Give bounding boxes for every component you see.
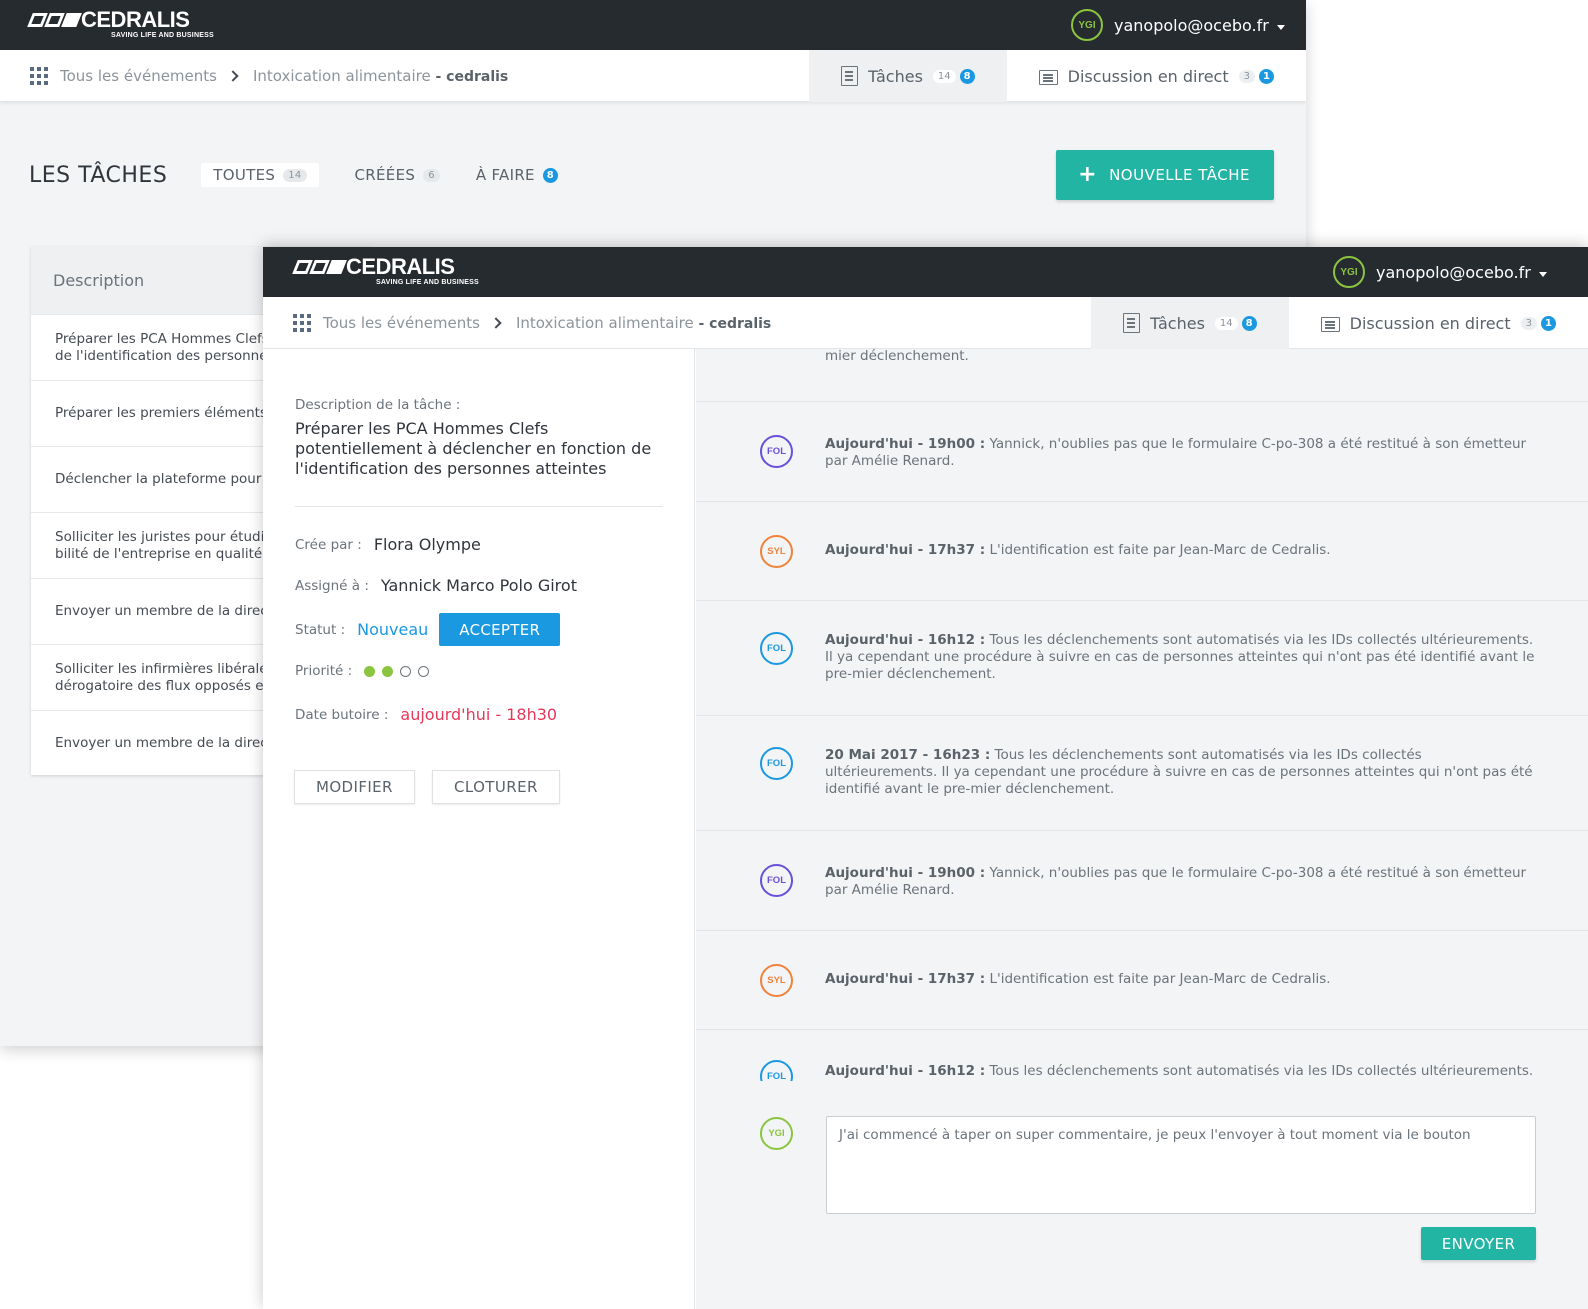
comment-input[interactable]: J'ai commencé à taper on super commentai… bbox=[826, 1116, 1536, 1214]
status-value: Nouveau bbox=[357, 620, 429, 639]
tab-tasks[interactable]: Tâches 14 8 bbox=[1091, 297, 1289, 349]
list-item: FOL cependant une procédure à suivre en … bbox=[696, 349, 1588, 402]
avatar: FOL bbox=[760, 864, 793, 897]
caret-down-icon bbox=[1538, 271, 1547, 277]
chat-count: 3 bbox=[1238, 69, 1255, 83]
filter-all[interactable]: TOUTES 14 bbox=[201, 163, 319, 187]
tasks-badge: 8 bbox=[959, 68, 975, 84]
tasks-header: LES TÂCHES TOUTES 14 CRÉÉES 6 À FAIRE 8 + N… bbox=[29, 150, 1274, 200]
assigned-row: Assigné à : Yannick Marco Polo Girot bbox=[295, 576, 577, 595]
send-button[interactable]: ENVOYER bbox=[1421, 1227, 1536, 1260]
grid-icon[interactable] bbox=[30, 67, 48, 85]
tasks-count: 14 bbox=[1214, 316, 1238, 330]
cedralis-logo[interactable]: CEDRALIS SAVING LIFE AND BUSINESS bbox=[292, 256, 479, 287]
accept-button[interactable]: ACCEPTER bbox=[439, 613, 561, 646]
avatar: YGI bbox=[760, 1117, 793, 1150]
nav-bar: Tous les événements Intoxication aliment… bbox=[263, 297, 1588, 349]
new-task-button[interactable]: + NOUVELLE TÂCHE bbox=[1056, 150, 1274, 200]
task-detail-panel: Description de la tâche : Préparer les P… bbox=[263, 349, 695, 1309]
modify-button[interactable]: MODIFIER bbox=[294, 770, 415, 804]
cedralis-logo[interactable]: CEDRALIS SAVING LIFE AND BUSINESS bbox=[27, 9, 214, 40]
avatar: YGI bbox=[1071, 9, 1103, 41]
list-item: SYL Aujourd'hui - 17h37 : L'identificati… bbox=[696, 931, 1588, 1030]
user-menu[interactable]: YGI yanopolo@ocebo.fr bbox=[1333, 256, 1547, 288]
top-bar: CEDRALIS SAVING LIFE AND BUSINESS YGI yan… bbox=[0, 0, 1306, 50]
tab-chat[interactable]: Discussion en direct 3 1 bbox=[1007, 50, 1306, 102]
tasks-badge: 8 bbox=[1241, 315, 1257, 331]
created-by-value: Flora Olympe bbox=[373, 535, 481, 554]
priority-row: Priorité : bbox=[295, 663, 430, 679]
list-item: SYL Aujourd'hui - 17h37 : L'identificati… bbox=[696, 502, 1588, 601]
page-title: LES TÂCHES bbox=[29, 162, 168, 188]
avatar: SYL bbox=[760, 535, 793, 568]
checklist-icon bbox=[841, 66, 859, 86]
filter-created[interactable]: CRÉÉES 6 bbox=[355, 166, 440, 184]
task-description: Préparer les PCA Hommes Clefs potentiell… bbox=[295, 419, 652, 478]
chat-count: 3 bbox=[1520, 316, 1537, 330]
priority-dot[interactable] bbox=[418, 665, 430, 677]
breadcrumb-current: Intoxication alimentaire - cedralis bbox=[252, 67, 509, 85]
priority-dots[interactable] bbox=[364, 665, 430, 677]
chat-icon bbox=[1320, 317, 1340, 332]
list-item: FOL Aujourd'hui - 16h12 : Tous les décle… bbox=[696, 1030, 1588, 1081]
chat-badge: 1 bbox=[1541, 315, 1556, 331]
user-email: yanopolo@ocebo.fr bbox=[1114, 15, 1269, 35]
avatar: YGI bbox=[1333, 256, 1365, 288]
priority-dot[interactable] bbox=[364, 665, 376, 677]
chat-badge: 1 bbox=[1259, 68, 1274, 84]
breadcrumb-root[interactable]: Tous les événements bbox=[323, 314, 480, 332]
user-menu[interactable]: YGI yanopolo@ocebo.fr bbox=[1071, 9, 1285, 41]
comment-composer: YGI J'ai commencé à taper on super comme… bbox=[696, 1081, 1588, 1309]
chat-icon bbox=[1038, 70, 1058, 85]
avatar: SYL bbox=[760, 964, 793, 997]
task-detail-window: CEDRALIS SAVING LIFE AND BUSINESS YGI yan… bbox=[263, 247, 1588, 1309]
description-label: Description de la tâche : bbox=[295, 397, 461, 413]
checklist-icon bbox=[1123, 313, 1141, 333]
filter-todo[interactable]: À FAIRE 8 bbox=[476, 166, 558, 184]
list-item: FOL Aujourd'hui - 19h00 : Yannick, n'oub… bbox=[696, 402, 1588, 502]
assigned-value: Yannick Marco Polo Girot bbox=[380, 576, 577, 595]
priority-dot[interactable] bbox=[400, 665, 412, 677]
tab-chat[interactable]: Discussion en direct 3 1 bbox=[1289, 297, 1588, 349]
breadcrumb-root[interactable]: Tous les événements bbox=[60, 67, 217, 85]
nav-bar: Tous les événements Intoxication aliment… bbox=[0, 50, 1306, 102]
chevron-right-icon bbox=[490, 317, 502, 329]
close-task-button[interactable]: CLOTURER bbox=[432, 770, 560, 804]
list-item: FOL Aujourd'hui - 16h12 : Tous les décle… bbox=[696, 601, 1588, 716]
tasks-count: 14 bbox=[932, 69, 956, 83]
created-by-row: Crée par : Flora Olympe bbox=[295, 535, 481, 554]
avatar: FOL bbox=[760, 747, 793, 780]
avatar: FOL bbox=[760, 435, 793, 468]
caret-down-icon bbox=[1276, 24, 1285, 30]
top-bar: CEDRALIS SAVING LIFE AND BUSINESS YGI yan… bbox=[263, 247, 1588, 297]
list-item: FOL 20 Mai 2017 - 16h23 : Tous les décle… bbox=[696, 716, 1588, 831]
avatar: FOL bbox=[760, 1060, 793, 1081]
divider bbox=[295, 506, 663, 507]
plus-icon: + bbox=[1078, 162, 1098, 187]
list-item: FOL Aujourd'hui - 19h00 : Yannick, n'oub… bbox=[696, 831, 1588, 931]
status-row: Statut : Nouveau ACCEPTER bbox=[295, 613, 561, 646]
breadcrumb-current: Intoxication alimentaire - cedralis bbox=[515, 314, 772, 332]
due-value: aujourd'hui - 18h30 bbox=[400, 705, 558, 724]
chevron-right-icon bbox=[227, 70, 239, 82]
breadcrumb: Tous les événements Intoxication aliment… bbox=[293, 297, 771, 349]
breadcrumb: Tous les événements Intoxication aliment… bbox=[30, 50, 508, 102]
due-row: Date butoire : aujourd'hui - 18h30 bbox=[295, 705, 558, 724]
priority-dot[interactable] bbox=[382, 665, 394, 677]
avatar: FOL bbox=[760, 632, 793, 665]
user-email: yanopolo@ocebo.fr bbox=[1376, 262, 1531, 282]
comment-list[interactable]: FOL cependant une procédure à suivre en … bbox=[696, 349, 1588, 1081]
grid-icon[interactable] bbox=[293, 314, 311, 332]
tab-tasks[interactable]: Tâches 14 8 bbox=[809, 50, 1007, 102]
comment-feed: FOL cependant une procédure à suivre en … bbox=[696, 349, 1588, 1309]
